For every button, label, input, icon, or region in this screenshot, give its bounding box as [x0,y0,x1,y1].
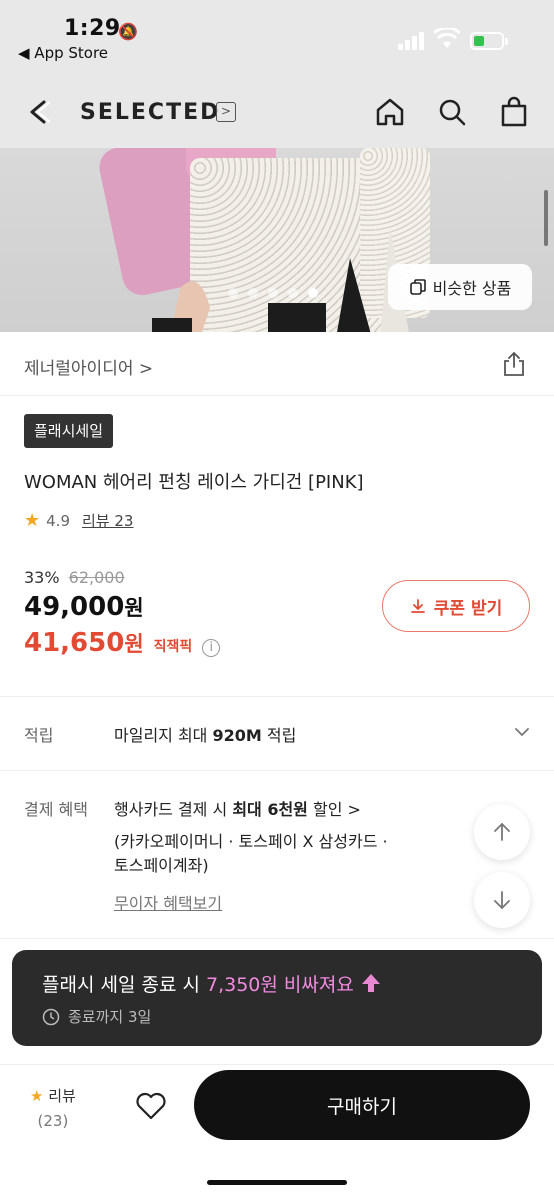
mute-bell-icon: 🔕 [118,22,138,41]
card-discount-suffix: 할인 > [307,800,361,819]
review-link[interactable]: 리뷰 23 [82,510,133,531]
divider [0,938,554,939]
flash-sale-prefix: 플래시 세일 종료 시 [42,974,206,996]
buy-button[interactable]: 구매하기 [194,1070,530,1140]
payment-methods-line2: 토스페이계좌) [114,856,209,875]
star-icon: ★ [30,1087,44,1105]
card-discount-prefix: 행사카드 결제 시 [114,800,233,819]
share-icon[interactable] [500,350,528,378]
wifi-icon [434,28,460,48]
product-title: WOMAN 헤어리 펀칭 레이스 가디건 [PINK] [24,472,364,493]
store-row: 제너럴아이디어 > [0,332,554,396]
flash-sale-message: 플래시 세일 종료 시 7,350원 비싸져요 [42,970,382,997]
direct-pick-label: 직잭픽 [153,639,193,655]
bottom-review-label: 리뷰 [48,1087,76,1105]
home-icon[interactable] [374,96,406,128]
divider [0,696,554,697]
direct-price: 41,650원 직잭픽 i [24,628,221,658]
star-icon: ★ [24,510,41,531]
store-name-link[interactable]: 제너럴아이디어 > [24,354,153,379]
download-icon [410,599,425,613]
scroll-up-button[interactable] [474,804,530,860]
coupon-label: 쿠폰 받기 [433,598,503,619]
flash-sale-remaining: 종료까지 3일 [42,1006,151,1027]
divider [0,770,554,771]
direct-price-value: 41,650 [24,628,125,658]
product-rating: ★ 4.9 리뷰 23 [24,510,133,531]
remaining-time: 종료까지 3일 [68,1008,152,1026]
points-prefix: 마일리지 최대 [114,726,213,745]
points-amount: 920M [212,726,262,745]
status-time: 1:29 [64,16,121,41]
carousel-dot[interactable] [228,288,238,298]
get-coupon-button[interactable]: 쿠폰 받기 [382,580,530,632]
back-arrow-icon[interactable] [24,96,56,128]
carousel-dot[interactable] [268,288,278,298]
flash-sale-badge: 플래시세일 [24,414,114,448]
arrow-down-icon [494,891,510,910]
scrollbar[interactable] [544,190,548,246]
payment-benefit-label: 결제 혜택 [24,800,88,819]
direct-price-unit: 원 [124,632,144,656]
similar-products-button[interactable]: 비슷한 상품 [388,264,532,310]
carousel-dot-active[interactable] [308,288,318,298]
arrow-up-icon [361,974,380,992]
points-suffix: 적립 [261,726,297,745]
flash-sale-toast[interactable]: 플래시 세일 종료 시 7,350원 비싸져요 종료까지 3일 [12,950,542,1046]
bottom-review-button[interactable]: ★ 리뷰 (23) [30,1085,76,1130]
arrow-up-icon [494,822,510,841]
search-icon[interactable] [436,96,468,128]
carousel-pagination [228,288,318,298]
copy-icon [409,279,426,295]
clock-icon [42,1008,60,1025]
chevron-down-icon[interactable] [514,724,530,740]
similar-products-label: 비슷한 상품 [432,279,512,298]
home-indicator[interactable] [207,1180,347,1185]
discount-rate: 33% [24,568,60,587]
carousel-dot[interactable] [288,288,298,298]
payment-methods-line1: (카카오페이머니 · 토스페이 X 삼성카드 · [114,832,388,851]
brand-chevron-icon[interactable]: > [216,102,236,122]
brand-name[interactable]: SELECTED [80,100,220,125]
interest-free-benefit-link[interactable]: 무이자 혜택보기 [114,890,222,914]
battery-icon [470,32,508,50]
bottom-review-count: (23) [37,1112,69,1130]
shopping-bag-icon[interactable] [498,96,530,128]
heart-icon[interactable] [134,1089,168,1123]
back-to-app-store-link[interactable]: ◀ App Store [18,44,108,62]
sale-price: 49,000원 [24,592,144,622]
info-icon[interactable]: i [202,639,221,657]
card-discount-amount: 최대 6천원 [232,800,308,819]
card-discount-link[interactable]: 행사카드 결제 시 최대 6천원 할인 > [114,796,361,820]
scroll-down-button[interactable] [474,872,530,928]
original-price: 62,000 [68,568,125,587]
points-label: 적립 [24,726,54,745]
sale-price-value: 49,000 [24,592,125,622]
status-bar: 1:29 🔕 ◀ App Store [0,0,554,70]
rating-value: 4.9 [46,511,70,530]
sale-price-unit: 원 [124,596,144,620]
flash-sale-highlight: 7,350원 비싸져요 [206,974,354,996]
points-value[interactable]: 마일리지 최대 920M 적립 [114,722,296,746]
top-nav: SELECTED > [0,70,554,148]
cellular-signal-icon [398,32,426,50]
carousel-dot[interactable] [248,288,258,298]
discount-info: 33% 62,000 [24,568,125,587]
